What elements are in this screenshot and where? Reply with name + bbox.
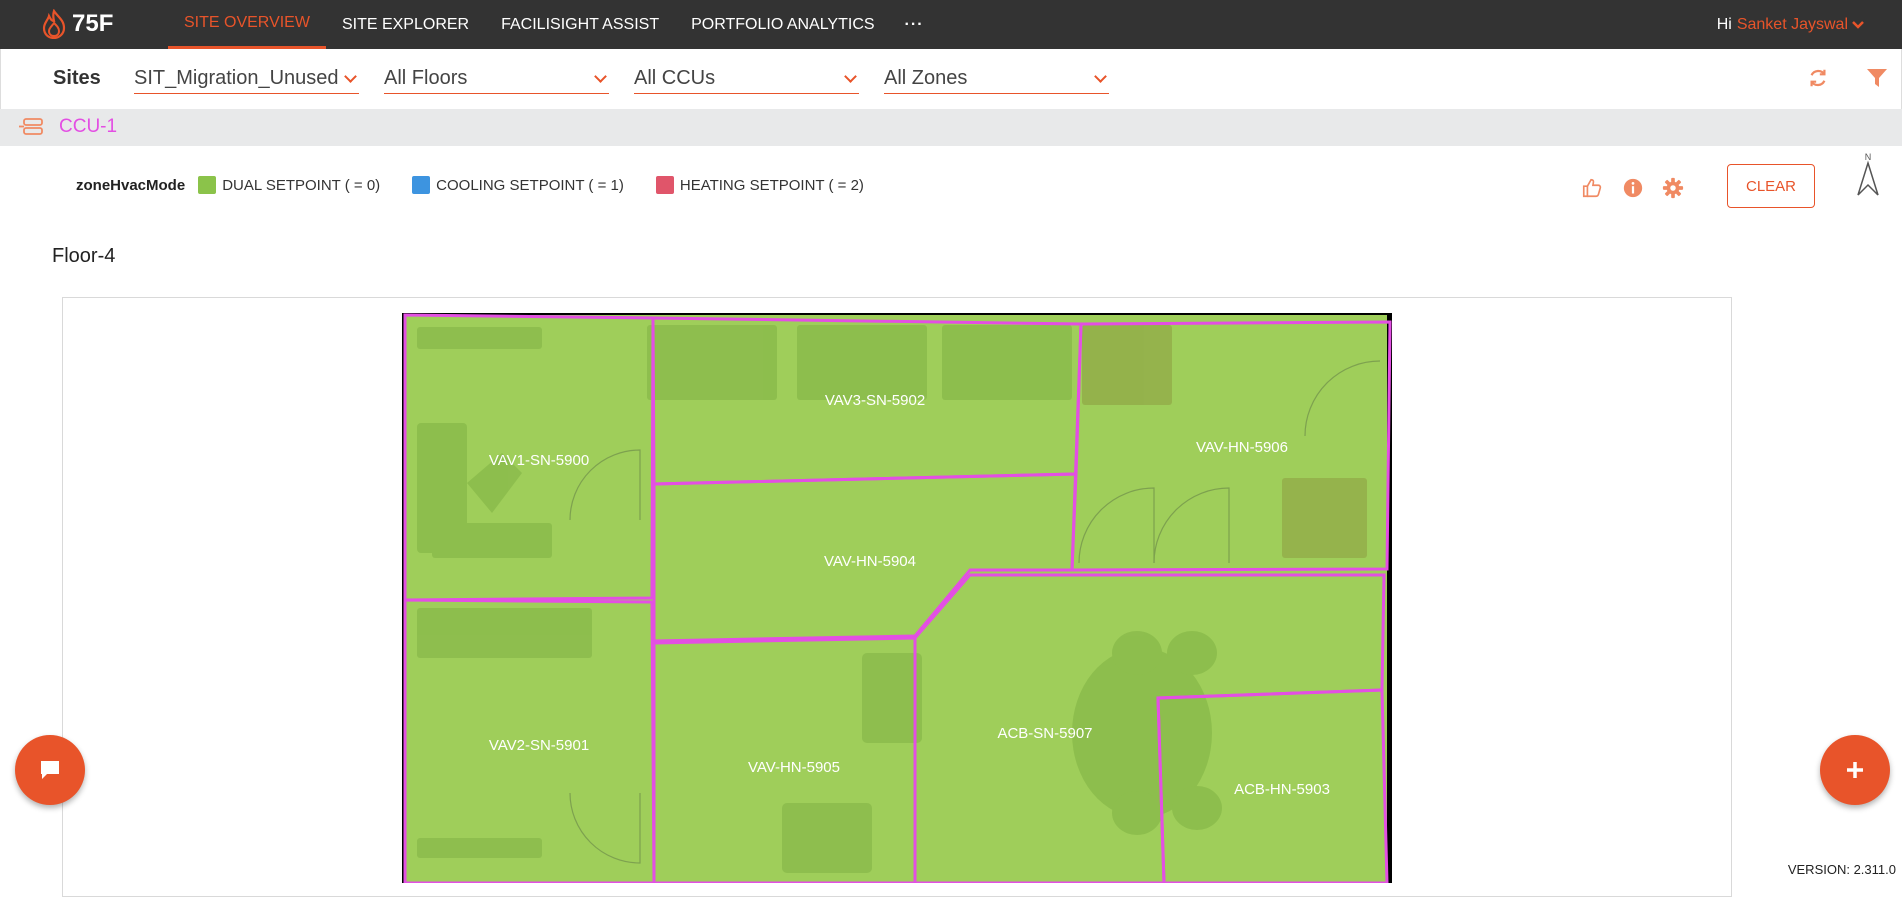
zone-label[interactable]: VAV1-SN-5900 bbox=[489, 452, 589, 469]
floor-select[interactable]: All Floors bbox=[384, 64, 609, 94]
legend-label: DUAL SETPOINT ( = 0) bbox=[222, 176, 381, 194]
zone-hvac-mode-legend: zoneHvacMode DUAL SETPOINT ( = 0) COOLIN… bbox=[76, 176, 896, 194]
greeting-text: Hi bbox=[1716, 15, 1732, 33]
info-icon[interactable] bbox=[1622, 177, 1644, 199]
refresh-icon[interactable] bbox=[1807, 67, 1829, 89]
logo-text: 75F bbox=[72, 10, 114, 37]
zone-label[interactable]: VAV3-SN-5902 bbox=[825, 392, 925, 409]
nav-more-menu[interactable]: ··· bbox=[891, 0, 938, 49]
sites-label: Sites bbox=[53, 67, 101, 89]
filter-bar: Sites SIT_Migration_Unused All Floors Al… bbox=[0, 49, 1902, 109]
zone-label[interactable]: ACB-HN-5903 bbox=[1234, 781, 1330, 798]
floor-plan: VAV1-SN-5900 VAV3-SN-5902 VAV-HN-5906 VA… bbox=[402, 313, 1392, 883]
chevron-down-icon bbox=[844, 70, 857, 83]
thumbs-up-icon[interactable] bbox=[1581, 177, 1603, 199]
nav-facilisight-assist[interactable]: FACILISIGHT ASSIST bbox=[485, 0, 675, 49]
nav-site-overview[interactable]: SITE OVERVIEW bbox=[168, 0, 326, 49]
legend-swatch bbox=[412, 176, 431, 194]
top-navigation-bar: 75F SITE OVERVIEW SITE EXPLORER FACILISI… bbox=[0, 0, 1902, 49]
ccu-label[interactable]: CCU-1 bbox=[59, 116, 117, 138]
zone-label[interactable]: VAV2-SN-5901 bbox=[489, 737, 589, 754]
main-nav: SITE OVERVIEW SITE EXPLORER FACILISIGHT … bbox=[168, 0, 938, 49]
nav-portfolio-analytics[interactable]: PORTFOLIO ANALYTICS bbox=[675, 0, 890, 49]
legend-label: HEATING SETPOINT ( = 2) bbox=[679, 176, 864, 194]
chevron-down-icon bbox=[1094, 70, 1107, 83]
legend-title: zoneHvacMode bbox=[76, 176, 186, 194]
nav-site-explorer[interactable]: SITE EXPLORER bbox=[326, 0, 485, 49]
zone-label[interactable]: VAV-HN-5905 bbox=[748, 759, 840, 776]
legend-label: COOLING SETPOINT ( = 1) bbox=[436, 176, 624, 194]
version-label: VERSION: 2.311.0 bbox=[1787, 862, 1896, 877]
legend-item-dual-setpoint: DUAL SETPOINT ( = 0) bbox=[198, 176, 380, 194]
brand-logo[interactable]: 75F bbox=[40, 8, 113, 40]
clear-button[interactable]: CLEAR bbox=[1727, 164, 1815, 208]
gear-icon[interactable] bbox=[1662, 177, 1684, 199]
floor-select-value: All Floors bbox=[384, 67, 468, 89]
chat-button[interactable] bbox=[15, 735, 85, 805]
legend-swatch bbox=[198, 176, 217, 194]
floor-title: Floor-4 bbox=[52, 245, 116, 267]
chevron-down-icon bbox=[594, 70, 607, 83]
site-select-value: SIT_Migration_Unused bbox=[134, 67, 339, 89]
ccu-select-value: All CCUs bbox=[634, 67, 716, 89]
user-name: Sanket Jayswal bbox=[1736, 15, 1848, 33]
zone-label[interactable]: VAV-HN-5904 bbox=[824, 553, 916, 570]
ccu-select[interactable]: All CCUs bbox=[634, 64, 859, 94]
chat-icon bbox=[41, 761, 59, 779]
filter-icon[interactable] bbox=[1865, 66, 1889, 90]
zone-select[interactable]: All Zones bbox=[884, 64, 1109, 94]
legend-item-cooling-setpoint: COOLING SETPOINT ( = 1) bbox=[412, 176, 624, 194]
zone-select-value: All Zones bbox=[884, 67, 968, 89]
site-select[interactable]: SIT_Migration_Unused bbox=[134, 64, 359, 94]
user-menu[interactable]: Hi Sanket Jayswal bbox=[1717, 0, 1864, 49]
north-arrow-icon: N bbox=[1857, 152, 1879, 196]
plus-icon bbox=[1847, 762, 1863, 778]
zone-label[interactable]: ACB-SN-5907 bbox=[997, 725, 1092, 742]
legend-swatch bbox=[655, 176, 674, 194]
flame-logo-icon bbox=[42, 9, 66, 39]
add-button[interactable] bbox=[1820, 735, 1890, 805]
ccu-device-icon bbox=[19, 118, 43, 135]
chevron-down-icon bbox=[1852, 20, 1864, 29]
zone-label[interactable]: VAV-HN-5906 bbox=[1196, 439, 1288, 456]
ccu-bar: CCU-1 bbox=[0, 109, 1902, 146]
chevron-down-icon bbox=[344, 70, 357, 83]
legend-item-heating-setpoint: HEATING SETPOINT ( = 2) bbox=[655, 176, 864, 194]
